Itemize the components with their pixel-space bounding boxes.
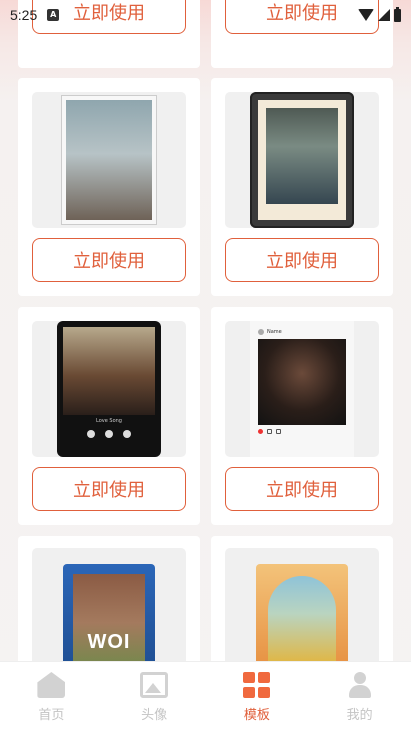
avatar <box>258 329 264 335</box>
bottom-tab-bar: 首页 头像 模板 我的 <box>0 661 411 731</box>
dark-frame-art <box>250 92 354 228</box>
template-card-floral-sunflower[interactable] <box>211 536 393 661</box>
tab-label: 我的 <box>346 708 373 723</box>
share-icon <box>276 429 281 434</box>
status-time: 5:25 <box>10 7 38 23</box>
template-preview[interactable] <box>225 548 379 661</box>
tab-avatar[interactable]: 头像 <box>103 662 206 731</box>
use-button[interactable]: 立即使用 <box>32 467 186 511</box>
comment-icon <box>267 429 272 434</box>
wifi-icon <box>358 9 374 21</box>
template-card-instagram[interactable]: Name 立即使用 <box>211 307 393 525</box>
pause-icon <box>105 430 113 438</box>
phone-art: Love Song <box>57 321 161 457</box>
next-icon <box>123 430 131 438</box>
template-list[interactable]: 立即使用 立即使用 立即使用 立即使用 Love Song 立即使用 Name … <box>0 0 411 661</box>
grid-icon <box>242 672 271 698</box>
tab-home[interactable]: 首页 <box>0 662 103 731</box>
portrait-photo <box>258 339 346 425</box>
song-title: Love Song <box>96 418 122 424</box>
use-button[interactable]: 立即使用 <box>32 238 186 282</box>
image-icon <box>140 672 169 698</box>
template-preview[interactable]: Name <box>225 321 379 457</box>
music-player: Love Song <box>63 415 155 451</box>
notification-icon: A <box>47 9 60 21</box>
instagram-post-art: Name <box>250 321 354 457</box>
battery-icon <box>394 6 401 22</box>
floral-frame-art: WOI <box>63 564 155 661</box>
signal-icon <box>378 9 390 21</box>
tab-templates[interactable]: 模板 <box>206 662 309 731</box>
white-frame-art <box>62 96 156 224</box>
template-card-music-player[interactable]: Love Song 立即使用 <box>18 307 200 525</box>
heart-icon <box>258 429 263 434</box>
use-button[interactable]: 立即使用 <box>225 467 379 511</box>
tab-label: 首页 <box>38 708 65 723</box>
floral-frame-art <box>256 564 348 661</box>
account-name: Name <box>267 329 282 335</box>
status-bar: 5:25 A <box>0 0 411 30</box>
tab-profile[interactable]: 我的 <box>308 662 411 731</box>
template-preview[interactable]: WOI <box>32 548 186 661</box>
use-button[interactable]: 立即使用 <box>225 238 379 282</box>
home-icon <box>37 672 66 698</box>
template-preview[interactable]: Love Song <box>32 321 186 457</box>
tab-label: 模板 <box>243 708 270 723</box>
template-card-floral-wall[interactable]: WOI <box>18 536 200 661</box>
prev-icon <box>87 430 95 438</box>
template-preview[interactable] <box>32 92 186 228</box>
wall-photo: WOI <box>73 574 145 661</box>
group-photo <box>266 108 338 204</box>
portrait-photo <box>63 327 155 415</box>
tab-label: 头像 <box>141 708 168 723</box>
template-preview[interactable] <box>225 92 379 228</box>
template-card-dark-frame[interactable]: 立即使用 <box>211 78 393 296</box>
template-card-white-frame[interactable]: 立即使用 <box>18 78 200 296</box>
sunflower-photo <box>268 576 336 661</box>
person-icon <box>346 672 374 698</box>
portrait-photo <box>66 100 152 220</box>
